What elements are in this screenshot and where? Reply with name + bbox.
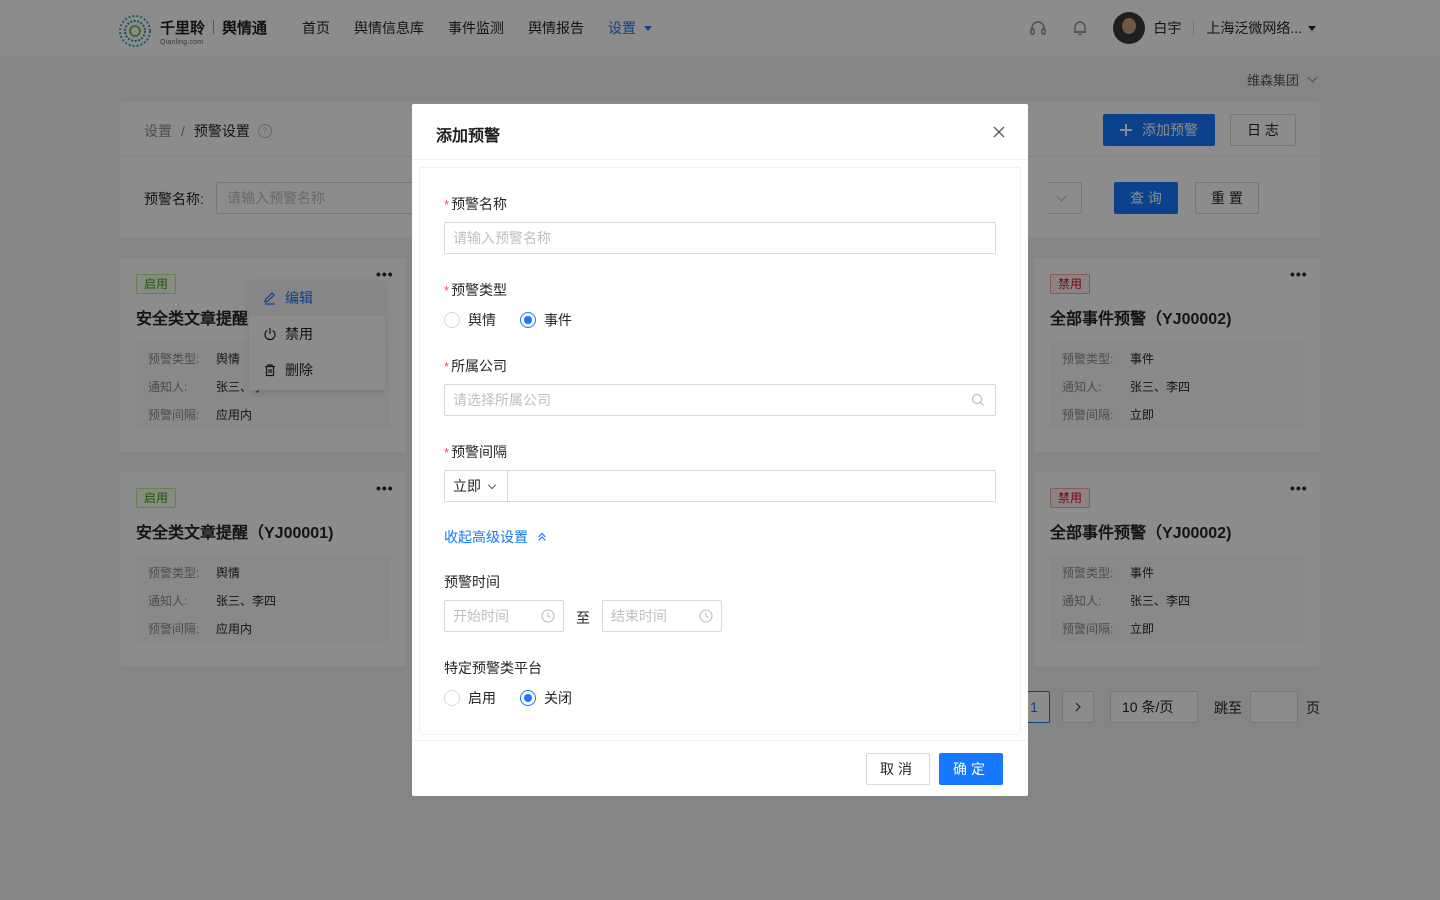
platform-label: 特定预警类平台 bbox=[444, 660, 542, 676]
close-icon[interactable] bbox=[992, 125, 1006, 139]
radio-option-public-opinion[interactable]: 舆情 bbox=[444, 310, 496, 330]
modal-body: * 预警名称 请输入预警名称 * 预警类型 舆情 事件 * 所属公司 请选择所属… bbox=[420, 168, 1020, 734]
radio-option-event[interactable]: 事件 bbox=[520, 310, 572, 330]
confirm-button[interactable]: 确定 bbox=[939, 753, 1003, 785]
add-alert-modal: 添加预警 * 预警名称 请输入预警名称 * 预警类型 舆情 事件 * 所属公司 … bbox=[412, 104, 1028, 796]
radio-circle bbox=[444, 312, 460, 328]
radio-label: 启用 bbox=[468, 690, 496, 706]
interval-value: 立即 bbox=[453, 478, 481, 494]
radio-label: 关闭 bbox=[544, 690, 572, 706]
company-label: * 所属公司 bbox=[444, 356, 507, 376]
radio-circle-checked bbox=[520, 690, 536, 706]
radio-circle bbox=[444, 690, 460, 706]
double-chevron-up-icon bbox=[538, 532, 546, 541]
chevron-down-icon bbox=[487, 480, 497, 489]
alert-type-label: * 预警类型 bbox=[444, 280, 507, 300]
modal-title: 添加预警 bbox=[436, 128, 501, 145]
modal-header: 添加预警 bbox=[412, 104, 1028, 160]
required-mark: * bbox=[444, 282, 450, 298]
interval-input[interactable] bbox=[507, 470, 996, 502]
radio-circle-checked bbox=[520, 312, 536, 328]
radio-option-close[interactable]: 关闭 bbox=[520, 688, 572, 708]
platform-radio-group: 启用 关闭 bbox=[444, 688, 596, 708]
interval-label: * 预警间隔 bbox=[444, 442, 507, 462]
end-time-picker[interactable]: 结束时间 bbox=[602, 600, 722, 632]
search-icon[interactable] bbox=[971, 393, 985, 407]
alert-type-label-text: 预警类型 bbox=[451, 282, 508, 298]
end-time-placeholder: 结束时间 bbox=[611, 608, 667, 624]
alert-name-label-text: 预警名称 bbox=[451, 196, 508, 212]
clock-icon bbox=[541, 609, 555, 623]
alert-type-radio-group: 舆情 事件 bbox=[444, 310, 596, 330]
alert-name-input[interactable]: 请输入预警名称 bbox=[444, 222, 996, 254]
required-mark: * bbox=[444, 358, 450, 374]
cancel-button[interactable]: 取消 bbox=[866, 753, 930, 785]
company-select[interactable]: 请选择所属公司 bbox=[444, 384, 996, 416]
interval-select[interactable]: 立即 bbox=[444, 470, 508, 502]
alert-name-label: * 预警名称 bbox=[444, 194, 507, 214]
required-mark: * bbox=[444, 444, 450, 460]
clock-icon bbox=[699, 609, 713, 623]
modal-footer: 取消 确定 bbox=[412, 740, 1028, 796]
time-range-separator: 至 bbox=[576, 610, 590, 626]
required-mark: * bbox=[444, 196, 450, 212]
start-time-picker[interactable]: 开始时间 bbox=[444, 600, 564, 632]
interval-label-text: 预警间隔 bbox=[451, 444, 508, 460]
start-time-placeholder: 开始时间 bbox=[453, 608, 509, 624]
radio-option-enable[interactable]: 启用 bbox=[444, 688, 496, 708]
company-placeholder: 请选择所属公司 bbox=[453, 392, 551, 408]
alert-time-label: 预警时间 bbox=[444, 574, 500, 590]
collapse-advanced-toggle[interactable]: 收起高级设置 bbox=[444, 527, 548, 547]
radio-label: 舆情 bbox=[468, 312, 496, 328]
collapse-advanced-label: 收起高级设置 bbox=[444, 529, 528, 545]
company-label-text: 所属公司 bbox=[451, 358, 508, 374]
radio-label: 事件 bbox=[544, 312, 572, 328]
